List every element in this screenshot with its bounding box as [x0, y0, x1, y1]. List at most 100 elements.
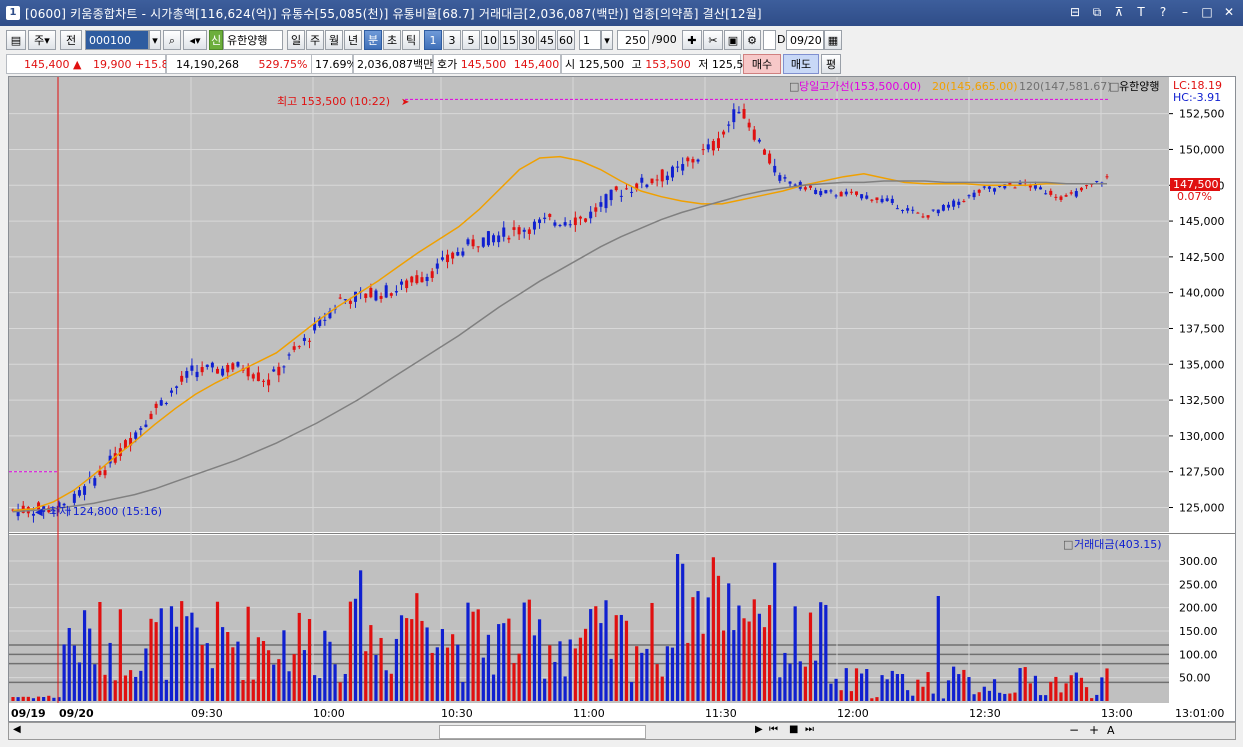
volume-bar — [931, 693, 935, 701]
candle-body — [400, 281, 404, 285]
interval-dropdown-icon[interactable]: ▾ — [601, 30, 613, 50]
volume-bar — [430, 652, 434, 701]
minute-1-button[interactable]: 1 — [424, 30, 442, 50]
volume-bar — [926, 672, 930, 701]
candle-body — [425, 276, 429, 282]
volume-bar — [941, 698, 946, 701]
volume-bar — [936, 596, 940, 701]
close-button[interactable]: ✕ — [1221, 4, 1237, 20]
scroll-right-icon[interactable]: ▶ — [755, 724, 763, 735]
minute-10-button[interactable]: 10 — [481, 30, 499, 50]
text-tool-icon[interactable]: A — [1107, 724, 1115, 737]
period-week-button[interactable]: 주 — [306, 30, 324, 50]
period-tick-button[interactable]: 틱 — [402, 30, 420, 50]
volume-bar — [190, 612, 194, 701]
avg-button[interactable]: 평 — [821, 54, 841, 74]
volume-bar — [226, 632, 230, 701]
ask-value: 145,500 — [460, 58, 507, 71]
candle-body — [302, 337, 306, 341]
volume-bar — [686, 642, 690, 701]
legend-ma20: 20(145,665.00) — [932, 80, 1018, 93]
period-day-button[interactable]: 일 — [287, 30, 305, 50]
buy-button[interactable]: 매수 — [743, 54, 781, 74]
zoom-in-icon[interactable]: + — [1089, 723, 1099, 737]
tools-icon[interactable]: ✂ — [703, 30, 723, 50]
copy-window-icon[interactable]: ⧉ — [1089, 4, 1105, 20]
scroll-thumb[interactable] — [439, 725, 646, 739]
ask-label: 호가 — [437, 58, 458, 71]
volume-bar — [773, 562, 777, 701]
count-input[interactable]: 250 — [617, 30, 649, 50]
period-minute-button[interactable]: 분 — [364, 30, 382, 50]
stock-code-dropdown-icon[interactable]: ▾ — [149, 30, 161, 50]
volume-bar — [1044, 695, 1048, 701]
candle-body — [461, 251, 465, 256]
volume-bar — [36, 696, 41, 701]
volume-bar — [256, 637, 260, 701]
horizontal-scrollbar[interactable]: ◀ ▶ ⏮ ■ ⏭ − + A — [8, 722, 1236, 740]
speaker-icon[interactable]: ◂▾ — [183, 30, 207, 50]
minute-15-button[interactable]: 15 — [500, 30, 518, 50]
minute-5-button[interactable]: 5 — [462, 30, 480, 50]
minimize-button[interactable]: – — [1177, 4, 1193, 20]
candle-body — [456, 251, 460, 256]
candle-body — [665, 175, 669, 181]
minute-3-button[interactable]: 3 — [443, 30, 461, 50]
candle-body — [287, 354, 291, 356]
search-icon[interactable]: ⌕ — [163, 30, 181, 50]
volume-bar — [62, 644, 66, 701]
candle-body — [793, 184, 797, 186]
minute-60-button[interactable]: 60 — [557, 30, 575, 50]
volume-bar — [783, 652, 787, 701]
font-icon[interactable]: T — [1133, 4, 1149, 20]
help-icon[interactable]: ? — [1155, 4, 1171, 20]
chart-panel[interactable]: 152,500150,000147,500145,000142,500140,0… — [8, 76, 1236, 722]
pin-icon[interactable]: ⊼ — [1111, 4, 1127, 20]
volume-bar — [1023, 667, 1027, 701]
candle-body — [578, 216, 582, 219]
ohl-cell: 시 125,500 고 153,500 저 125,500 — [561, 54, 757, 74]
volume-bar — [384, 670, 388, 701]
zoom-out-icon[interactable]: − — [1069, 723, 1079, 737]
period-type-select[interactable]: 주▾ — [28, 30, 56, 50]
maximize-button[interactable]: □ — [1199, 4, 1215, 20]
candle-body — [824, 190, 828, 194]
sell-button[interactable]: 매도 — [783, 54, 819, 74]
fast-forward-icon[interactable]: ⏭ — [805, 724, 814, 735]
save-icon[interactable]: ▣ — [724, 30, 742, 50]
candlestick-chart[interactable]: 152,500150,000147,500145,000142,500140,0… — [9, 77, 1235, 721]
minute-45-button[interactable]: 45 — [538, 30, 556, 50]
volume-bar — [359, 570, 363, 701]
candle-body — [553, 222, 557, 226]
volume-bar — [752, 599, 756, 701]
link-icon[interactable]: ⊟ — [1067, 4, 1083, 20]
stop-icon[interactable]: ■ — [789, 724, 798, 735]
interval-input[interactable]: 1 — [579, 30, 601, 50]
scope-button[interactable]: 전 — [60, 30, 82, 50]
volume-bar — [558, 641, 562, 701]
scroll-left-icon[interactable]: ◀ — [13, 724, 21, 735]
stock-code-input[interactable]: 000100 — [85, 30, 149, 50]
date-checkbox[interactable] — [763, 30, 776, 50]
minute-30-button[interactable]: 30 — [519, 30, 537, 50]
volume-bar — [410, 619, 414, 701]
candle-body — [308, 340, 312, 342]
stock-name-field[interactable]: 유한양행 — [223, 30, 283, 50]
volume-bar — [1074, 672, 1078, 701]
volume-tick-label: 50.00 — [1179, 672, 1211, 685]
volume-bar — [180, 601, 184, 701]
rewind-icon[interactable]: ⏮ — [769, 724, 778, 735]
date-input[interactable]: 09/20 — [786, 30, 824, 50]
candle-body — [1064, 195, 1068, 197]
low-label: 저 — [698, 58, 709, 71]
gear-icon[interactable]: ⚙ — [743, 30, 761, 50]
period-year-button[interactable]: 년 — [344, 30, 362, 50]
layout-icon[interactable]: ▤ — [6, 30, 26, 50]
crosshair-icon[interactable]: ✚ — [682, 30, 702, 50]
period-second-button[interactable]: 초 — [383, 30, 401, 50]
candle-body — [926, 215, 930, 218]
volume-bar — [272, 664, 276, 701]
volume-bar — [522, 602, 526, 701]
calendar-icon[interactable]: ▦ — [824, 30, 842, 50]
period-month-button[interactable]: 월 — [325, 30, 343, 50]
